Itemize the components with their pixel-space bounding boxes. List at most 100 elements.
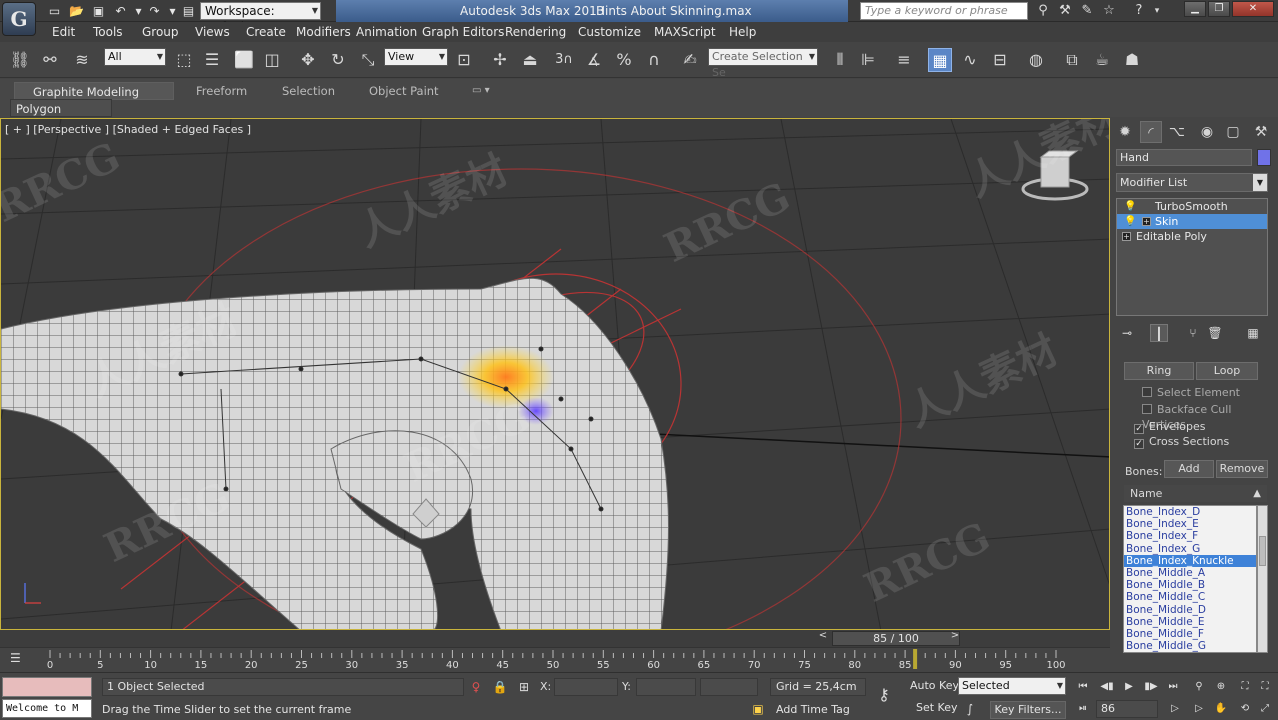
rotate-icon[interactable]: ↻: [326, 48, 350, 72]
bone-list-item[interactable]: Bone_Middle_A: [1124, 567, 1256, 579]
search-input[interactable]: Type a keyword or phrase: [860, 2, 1028, 20]
field-of-view-icon[interactable]: ▷: [1190, 701, 1208, 717]
tab-graphite-modeling-tools[interactable]: Graphite Modeling Tools: [14, 82, 174, 117]
redo-icon[interactable]: ↷: [146, 3, 163, 19]
cross-sections-checkbox[interactable]: ✓ Cross Sections: [1134, 434, 1229, 449]
bind-space-warp-icon[interactable]: ≋: [70, 48, 94, 72]
lightbulb-icon[interactable]: 💡: [1124, 214, 1136, 229]
ring-button[interactable]: Ring: [1124, 362, 1194, 380]
edit-named-selection-icon[interactable]: ✍: [678, 48, 702, 72]
modify-tab-icon[interactable]: ◜: [1140, 121, 1162, 143]
display-tab-icon[interactable]: ▢: [1222, 121, 1244, 143]
redo-dropdown-icon[interactable]: ▾: [164, 3, 181, 19]
backface-cull-checkbox[interactable]: Backface Cull Vertices: [1142, 402, 1272, 431]
menu-group[interactable]: Group: [142, 25, 179, 39]
bone-list-item[interactable]: Bone_Middle_C: [1124, 591, 1256, 603]
key-mode-toggle-icon[interactable]: ⏯: [1074, 701, 1092, 717]
time-slider-handle[interactable]: 85 / 100: [832, 631, 960, 646]
checkbox-box[interactable]: [1142, 404, 1152, 414]
pivot-center-icon[interactable]: ⊡: [452, 48, 476, 72]
play-icon[interactable]: ▶: [1120, 679, 1138, 695]
menu-maxscript[interactable]: MAXScript: [654, 25, 716, 39]
save-icon[interactable]: ▣: [90, 3, 107, 19]
percent-snap-icon[interactable]: %: [612, 48, 636, 72]
show-end-result-icon[interactable]: ┃: [1150, 324, 1168, 342]
scale-icon[interactable]: ⤡: [356, 48, 380, 72]
curve-editor-icon[interactable]: ∿: [958, 48, 982, 72]
go-to-start-icon[interactable]: ⏮: [1074, 679, 1092, 695]
bone-list-item-selected[interactable]: Bone_Index_Knuckle: [1124, 554, 1256, 567]
track-bar[interactable]: ☰ 0 5 10 15 20 25 30 35 40 45 50 55 60 65 70 75 80 85 90 95…: [0, 647, 1110, 672]
next-key-icon[interactable]: ▮▶: [1142, 679, 1160, 695]
select-by-name-icon[interactable]: ☰: [200, 48, 224, 72]
checkmark-icon[interactable]: ✓: [1134, 439, 1144, 449]
link-icon[interactable]: ⛓: [8, 48, 32, 72]
next-frame-icon[interactable]: >: [950, 630, 960, 641]
time-configuration-icon[interactable]: ▷: [1166, 701, 1184, 717]
configure-modifier-sets-icon[interactable]: ▦: [1244, 324, 1262, 342]
hierarchy-tab-icon[interactable]: ⌥: [1166, 121, 1188, 143]
selection-filter-dropdown[interactable]: All ▼: [104, 48, 166, 66]
graphite-toggle-icon[interactable]: ▦: [928, 48, 952, 72]
render-setup-icon[interactable]: ⧉: [1060, 48, 1084, 72]
unlink-icon[interactable]: ⚯: [38, 48, 62, 72]
select-element-checkbox[interactable]: Select Element: [1142, 385, 1240, 400]
maxscript-listener-input[interactable]: [2, 677, 92, 697]
y-coordinate-field[interactable]: [636, 678, 696, 696]
zoom-extents-icon[interactable]: ⛶: [1236, 679, 1254, 695]
default-in-out-tangents-icon[interactable]: ∫: [962, 702, 978, 716]
time-slider[interactable]: < 85 / 100 >: [0, 630, 1110, 647]
help-icon[interactable]: ?: [1130, 2, 1148, 20]
angle-snap-icon[interactable]: ∡: [582, 48, 606, 72]
polygon-modeling-panel[interactable]: Polygon Modeling: [10, 99, 112, 134]
tab-freeform[interactable]: Freeform: [190, 82, 253, 100]
material-editor-icon[interactable]: ◍: [1024, 48, 1048, 72]
x-coordinate-field[interactable]: [554, 678, 618, 696]
maxscript-listener-output[interactable]: Welcome to M: [2, 699, 92, 718]
app-logo-icon[interactable]: G: [2, 2, 36, 36]
bone-list-item[interactable]: Bone_Middle_F: [1124, 628, 1256, 640]
menu-tools[interactable]: Tools: [93, 25, 123, 39]
select-object-icon[interactable]: ⬚: [172, 48, 196, 72]
remove-modifier-icon[interactable]: 🗑: [1206, 324, 1224, 342]
maximize-viewport-icon[interactable]: ⤢: [1256, 701, 1274, 717]
rendered-frame-window-icon[interactable]: ☕: [1090, 48, 1114, 72]
select-manipulate-icon[interactable]: ✢: [488, 48, 512, 72]
bone-list-scrollbar[interactable]: [1257, 505, 1268, 653]
zoom-icon[interactable]: ⚲: [1190, 679, 1208, 695]
tab-object-paint[interactable]: Object Paint: [363, 82, 445, 100]
undo-icon[interactable]: ↶: [112, 3, 129, 19]
bone-list[interactable]: Bone_Index_D Bone_Index_E Bone_Index_F B…: [1123, 505, 1257, 653]
scrollbar-thumb[interactable]: [1259, 536, 1266, 566]
isolate-selection-icon[interactable]: ♀: [468, 680, 484, 694]
reference-coordinate-dropdown[interactable]: View ▼: [384, 48, 448, 66]
schematic-view-icon[interactable]: ⊟: [988, 48, 1012, 72]
keyboard-shortcut-override-icon[interactable]: ⏏: [518, 48, 542, 72]
menu-modifiers[interactable]: Modifiers: [296, 25, 351, 39]
new-file-icon[interactable]: ▭: [46, 3, 63, 19]
object-name-field[interactable]: Hand: [1116, 149, 1252, 166]
absolute-mode-icon[interactable]: ⊞: [516, 680, 532, 694]
mirror-icon[interactable]: ⫴: [828, 48, 852, 72]
bone-list-item[interactable]: Bone_Index_F: [1124, 530, 1256, 542]
zoom-all-icon[interactable]: ⊕: [1212, 679, 1230, 695]
checkmark-icon[interactable]: ✓: [1134, 424, 1144, 434]
rectangular-selection-icon[interactable]: ⬜: [232, 48, 256, 72]
selection-lock-icon[interactable]: 🔒: [492, 680, 508, 694]
auto-key-button[interactable]: Auto Key: [910, 679, 959, 692]
spinner-snap-icon[interactable]: ∩: [642, 48, 666, 72]
bone-list-item[interactable]: Bone_Middle_B: [1124, 579, 1256, 591]
workspace-dropdown[interactable]: Workspace: Default▼: [200, 2, 321, 34]
window-crossing-icon[interactable]: ◫: [260, 48, 284, 72]
stack-item-editable-poly[interactable]: + Editable Poly: [1117, 229, 1267, 244]
menu-rendering[interactable]: Rendering: [505, 25, 566, 39]
stack-item-turbosmooth[interactable]: 💡 TurboSmooth: [1117, 199, 1267, 214]
add-bone-button[interactable]: Add: [1164, 460, 1214, 478]
stack-item-skin[interactable]: 💡 + Skin: [1117, 214, 1267, 229]
go-to-end-icon[interactable]: ⏭: [1164, 679, 1182, 695]
help-dropdown-icon[interactable]: ▾: [1148, 2, 1166, 20]
bone-list-item[interactable]: Bone_Middle_G: [1124, 640, 1256, 652]
orbit-icon[interactable]: ⟲: [1236, 701, 1254, 717]
tab-selection[interactable]: Selection: [276, 82, 341, 100]
align-icon[interactable]: ⊫: [856, 48, 880, 72]
